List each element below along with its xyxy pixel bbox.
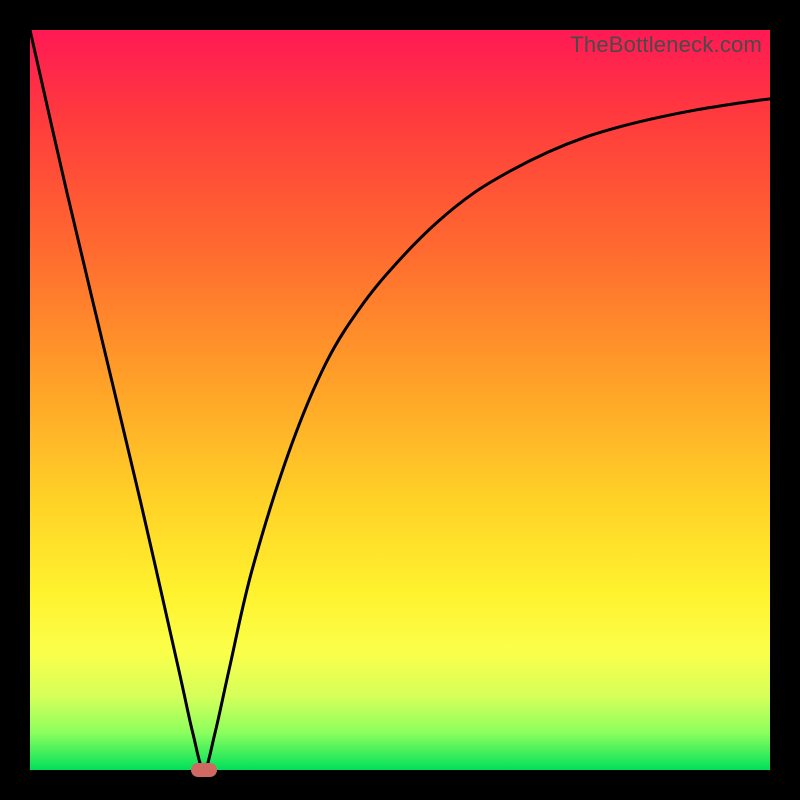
chart-frame: TheBottleneck.com bbox=[0, 0, 800, 800]
minimum-marker bbox=[191, 763, 217, 777]
bottleneck-curve bbox=[30, 30, 770, 770]
plot-area: TheBottleneck.com bbox=[30, 30, 770, 770]
curve-svg bbox=[30, 30, 770, 770]
